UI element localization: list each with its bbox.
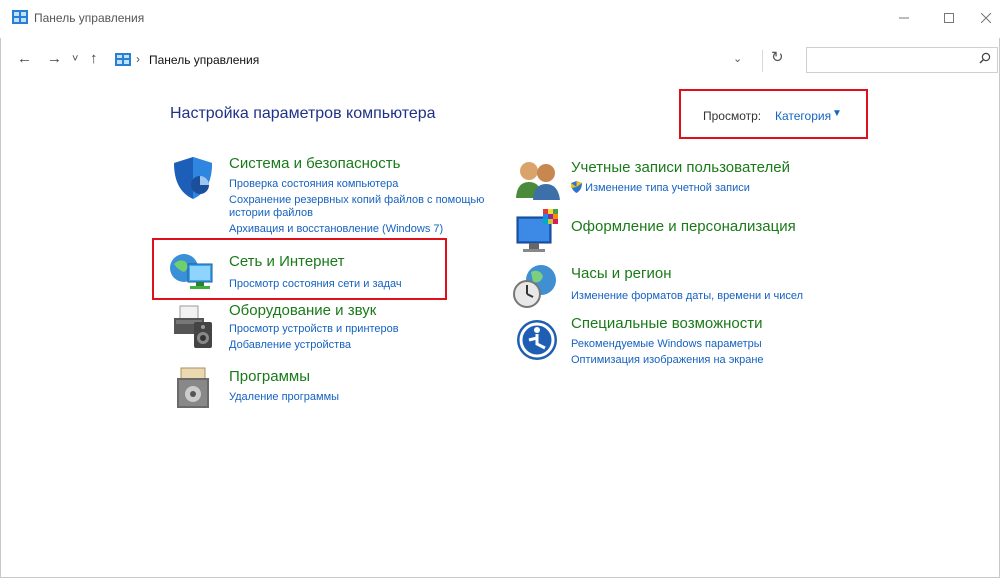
address-dropdown-button[interactable]: ⌄ bbox=[733, 52, 742, 65]
search-input[interactable] bbox=[806, 47, 998, 73]
page-title: Настройка параметров компьютера bbox=[170, 105, 436, 122]
minimize-button[interactable] bbox=[886, 6, 922, 30]
clock-globe-icon[interactable] bbox=[513, 264, 561, 315]
forward-button[interactable]: → bbox=[47, 50, 62, 68]
category-title[interactable]: Система и безопасность bbox=[229, 155, 484, 173]
link-optimize-display[interactable]: Оптимизация изображения на экране bbox=[571, 352, 764, 368]
personalization-icon[interactable] bbox=[515, 209, 561, 260]
link-change-account-type[interactable]: Изменение типа учетной записи bbox=[571, 180, 790, 196]
breadcrumb-separator: › bbox=[136, 52, 140, 66]
printer-icon[interactable] bbox=[172, 304, 216, 355]
view-by-label: Просмотр: bbox=[703, 109, 762, 123]
minimize-icon bbox=[899, 17, 909, 19]
link-change-account-type-label[interactable]: Изменение типа учетной записи bbox=[585, 182, 750, 194]
chevron-down-icon[interactable]: ▼ bbox=[832, 108, 842, 119]
maximize-icon bbox=[944, 13, 954, 23]
back-button[interactable]: ← bbox=[17, 50, 32, 68]
search-icon bbox=[979, 52, 991, 67]
link-check-status[interactable]: Проверка состояния компьютера bbox=[229, 176, 484, 192]
up-button[interactable]: ↑ bbox=[90, 50, 98, 68]
category-title[interactable]: Программы bbox=[229, 368, 339, 386]
category-title[interactable]: Оборудование и звук bbox=[229, 302, 399, 320]
category-title[interactable]: Оформление и персонализация bbox=[571, 218, 796, 236]
control-panel-icon bbox=[12, 10, 28, 24]
category-user-accounts: Учетные записи пользователей Изменение т… bbox=[571, 159, 790, 196]
recent-locations-button[interactable]: ˅ bbox=[72, 50, 78, 68]
link-add-device[interactable]: Добавление устройства bbox=[229, 337, 399, 353]
link-change-formats[interactable]: Изменение форматов даты, времени и чисел bbox=[571, 288, 803, 304]
category-appearance-personalization: Оформление и персонализация bbox=[571, 218, 796, 236]
shield-icon[interactable] bbox=[170, 155, 216, 206]
breadcrumb-control-panel[interactable]: Панель управления bbox=[149, 53, 259, 67]
window-title: Панель управления bbox=[34, 11, 145, 25]
users-icon[interactable] bbox=[514, 158, 562, 205]
maximize-button[interactable] bbox=[931, 6, 967, 30]
network-highlight-box bbox=[152, 238, 447, 300]
category-title[interactable]: Специальные возможности bbox=[571, 315, 764, 333]
address-divider bbox=[762, 50, 763, 72]
category-programs: Программы Удаление программы bbox=[229, 368, 339, 405]
link-recommended-settings[interactable]: Рекомендуемые Windows параметры bbox=[571, 336, 764, 352]
category-title[interactable]: Часы и регион bbox=[571, 265, 803, 283]
window-frame bbox=[0, 0, 1000, 578]
category-hardware-sound: Оборудование и звук Просмотр устройств и… bbox=[229, 302, 399, 353]
close-button[interactable] bbox=[968, 6, 1001, 30]
link-uninstall-program[interactable]: Удаление программы bbox=[229, 389, 339, 405]
category-clock-region: Часы и регион Изменение форматов даты, в… bbox=[571, 265, 803, 304]
refresh-button[interactable]: ↻ bbox=[771, 48, 784, 66]
category-title[interactable]: Учетные записи пользователей bbox=[571, 159, 790, 177]
programs-icon[interactable] bbox=[175, 366, 213, 415]
address-bar[interactable]: › Панель управления bbox=[112, 47, 767, 73]
link-backup-restore[interactable]: Архивация и восстановление (Windows 7) bbox=[229, 221, 484, 237]
category-system-security: Система и безопасность Проверка состояни… bbox=[229, 155, 484, 237]
control-panel-icon bbox=[115, 53, 131, 66]
title-bar: Панель управления bbox=[0, 0, 1001, 38]
category-ease-of-access: Специальные возможности Рекомендуемые Wi… bbox=[571, 315, 764, 368]
uac-shield-icon bbox=[571, 181, 582, 193]
view-by-dropdown[interactable]: Категория bbox=[775, 109, 831, 123]
close-icon bbox=[980, 12, 992, 24]
link-devices-printers[interactable]: Просмотр устройств и принтеров bbox=[229, 321, 399, 337]
accessibility-icon[interactable] bbox=[515, 318, 559, 367]
